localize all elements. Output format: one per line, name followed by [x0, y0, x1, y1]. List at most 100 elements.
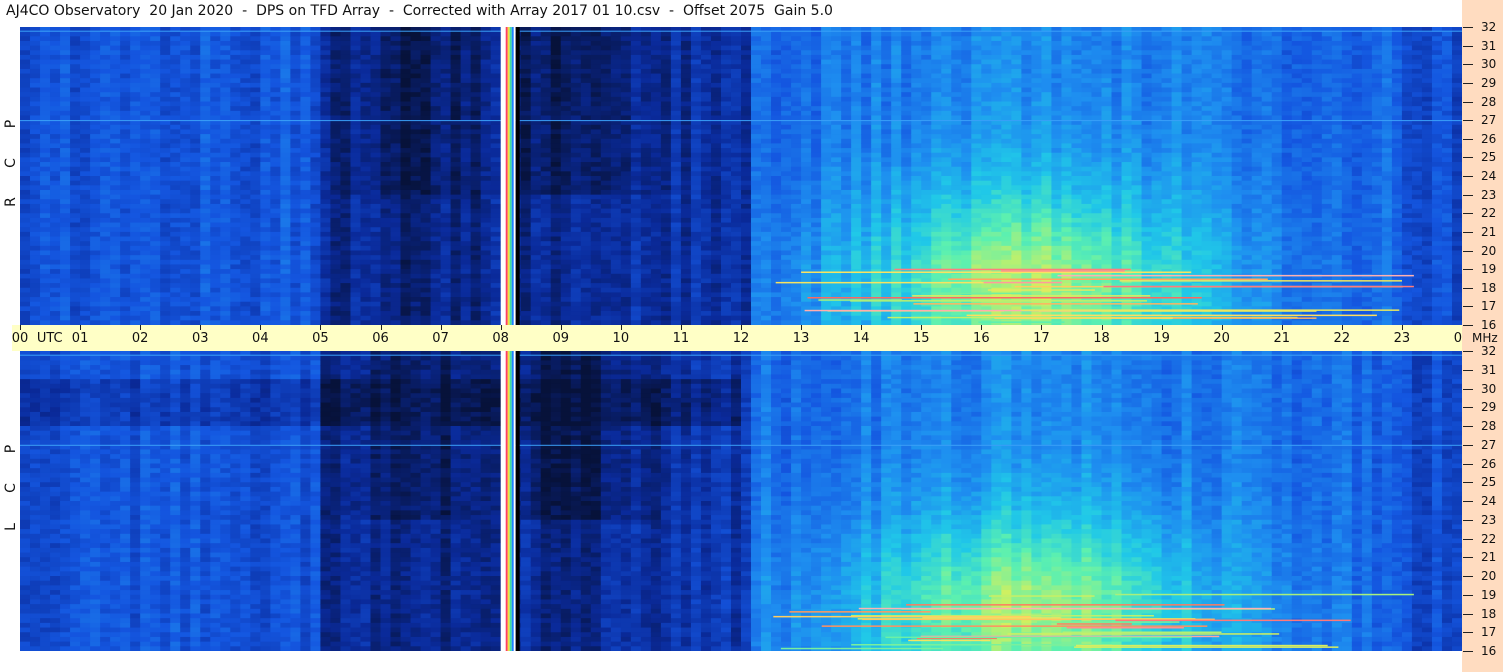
- heatmap-cell: [360, 194, 372, 200]
- heatmap-cell: [650, 78, 662, 84]
- heatmap-cell: [610, 54, 622, 61]
- heatmap-cell: [280, 87, 291, 93]
- heatmap-cell: [450, 92, 462, 98]
- heatmap-cell: [350, 82, 362, 89]
- heatmap-cell: [761, 50, 772, 56]
- heatmap-cell: [540, 124, 552, 131]
- heatmap-cell: [70, 259, 81, 266]
- heatmap-cell: [710, 96, 722, 103]
- heatmap-cell: [680, 264, 692, 270]
- heatmap-cell: [600, 87, 612, 93]
- heatmap-cell: [100, 68, 111, 75]
- heatmap-cell: [470, 269, 482, 275]
- heatmap-cell: [110, 241, 121, 247]
- heatmap-cell: [120, 129, 131, 135]
- heatmap-cell: [340, 124, 352, 131]
- heatmap-cell: [590, 152, 602, 158]
- heatmap-cell: [280, 166, 291, 172]
- heatmap-cell: [100, 101, 111, 107]
- heatmap-cell: [650, 292, 662, 298]
- heatmap-cell: [80, 287, 91, 294]
- heatmap-cell: [670, 54, 682, 61]
- heatmap-cell: [600, 134, 612, 140]
- heatmap-cell: [30, 152, 41, 158]
- heatmap-cell: [390, 283, 402, 289]
- heatmap-cell: [440, 283, 452, 289]
- heatmap-cell: [170, 82, 181, 89]
- heatmap-cell: [680, 273, 692, 280]
- heatmap-cell: [400, 250, 412, 256]
- heatmap-cell: [771, 301, 782, 307]
- heatmap-cell: [240, 203, 251, 210]
- heatmap-cell: [570, 171, 582, 177]
- heatmap-cell: [720, 222, 732, 228]
- heatmap-cell: [310, 194, 322, 200]
- heatmap-cell: [230, 236, 241, 242]
- heatmap-cell: [270, 259, 281, 266]
- heatmap-cell: [140, 301, 151, 307]
- heatmap-cell: [680, 176, 692, 182]
- heatmap-cell: [20, 273, 31, 280]
- heatmap-cell: [710, 101, 722, 107]
- heatmap-cell: [90, 129, 101, 135]
- heatmap-cell: [650, 264, 662, 270]
- heatmap-cell: [330, 287, 342, 294]
- heatmap-cell: [190, 171, 201, 177]
- heatmap-cell: [100, 180, 111, 186]
- heatmap-cell: [240, 315, 251, 321]
- heatmap-cell: [670, 152, 682, 158]
- heatmap-cell: [560, 250, 572, 256]
- heatmap-cell: [771, 78, 782, 84]
- heatmap-cell: [310, 203, 322, 210]
- heatmap-cell: [430, 311, 442, 317]
- heatmap-cell: [490, 306, 502, 312]
- heatmap-cell: [370, 217, 382, 224]
- heatmap-cell: [180, 231, 191, 238]
- heatmap-cell: [130, 287, 141, 294]
- heatmap-cell: [480, 185, 492, 191]
- heatmap-cell: [210, 213, 221, 219]
- heatmap-cell: [550, 231, 562, 238]
- heatmap-cell: [370, 143, 382, 149]
- heatmap-cell: [60, 194, 71, 200]
- heatmap-cell: [130, 185, 141, 191]
- heatmap-cell: [340, 311, 352, 317]
- heatmap-cell: [350, 311, 362, 317]
- heatmap-cell: [360, 283, 372, 289]
- heatmap-cell: [270, 82, 281, 89]
- heatmap-cell: [670, 166, 682, 172]
- heatmap-cell: [480, 203, 492, 210]
- heatmap-cell: [370, 283, 382, 289]
- heatmap-cell: [80, 78, 91, 84]
- heatmap-cell: [60, 82, 71, 89]
- heatmap-cell: [700, 250, 712, 256]
- heatmap-cell: [20, 180, 31, 186]
- heatmap-cell: [791, 64, 802, 70]
- heatmap-cell: [30, 162, 41, 168]
- heatmap-cell: [570, 78, 582, 84]
- heatmap-cell: [630, 269, 642, 275]
- heatmap-cell: [600, 185, 612, 191]
- heatmap-cell: [490, 45, 502, 51]
- heatmap-cell: [761, 250, 772, 256]
- heatmap-cell: [741, 255, 752, 261]
- heatmap-cell: [230, 31, 241, 37]
- heatmap-cell: [600, 176, 612, 182]
- heatmap-cell: [630, 217, 642, 224]
- heatmap-cell: [580, 283, 592, 289]
- heatmap-cell: [240, 138, 251, 145]
- heatmap-cell: [410, 259, 422, 266]
- heatmap-cell: [190, 138, 201, 145]
- heatmap-cell: [240, 82, 251, 89]
- heatmap-cell: [170, 292, 181, 298]
- heatmap-cell: [630, 115, 642, 121]
- heatmap-cell: [380, 301, 392, 307]
- heatmap-cell: [90, 306, 101, 312]
- heatmap-cell: [390, 297, 402, 303]
- heatmap-cell: [570, 40, 582, 47]
- heatmap-cell: [360, 250, 372, 256]
- heatmap-cell: [230, 297, 241, 303]
- heatmap-cell: [741, 208, 752, 214]
- heatmap-cell: [350, 115, 362, 121]
- heatmap-cell: [20, 64, 31, 70]
